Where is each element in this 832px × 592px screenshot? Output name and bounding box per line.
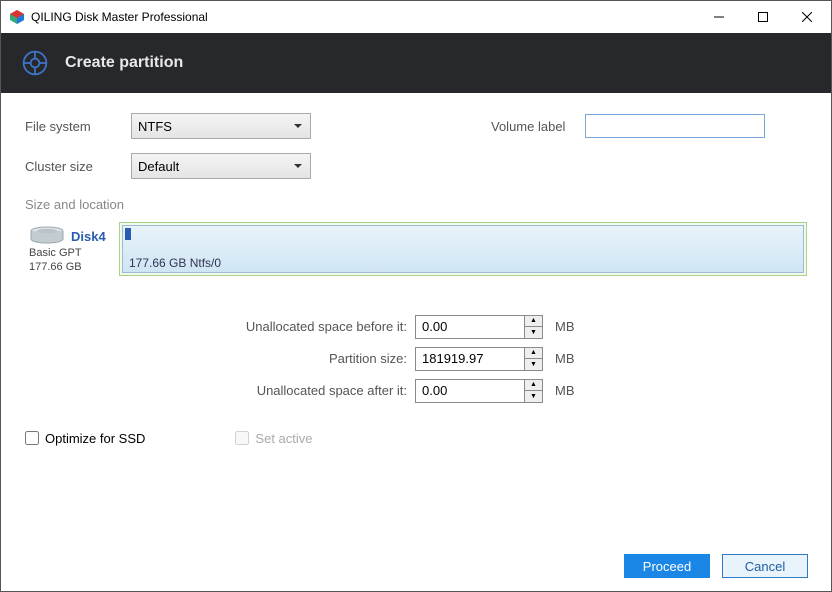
spin-down-icon[interactable]: ▼ (525, 359, 542, 370)
spin-up-icon[interactable]: ▲ (525, 316, 542, 328)
partition-bar[interactable]: 177.66 GB Ntfs/0 (122, 225, 804, 273)
partition-icon (21, 49, 49, 77)
set-active-label: Set active (255, 431, 312, 446)
partition-size-label: Partition size: (25, 351, 415, 366)
spin-up-icon[interactable]: ▲ (525, 380, 542, 392)
file-system-value: NTFS (138, 119, 172, 134)
volume-label-label: Volume label (491, 119, 585, 134)
disk-type: Basic GPT (29, 246, 115, 260)
spin-down-icon[interactable]: ▼ (525, 391, 542, 402)
partition-size-field[interactable] (416, 348, 524, 370)
page-header: Create partition (1, 33, 831, 93)
window-title: QILING Disk Master Professional (31, 10, 697, 24)
disk-info: Disk4 Basic GPT 177.66 GB (25, 222, 119, 279)
minimize-button[interactable] (697, 2, 741, 32)
unalloc-before-input[interactable]: ▲▼ (415, 315, 543, 339)
unit-label: MB (555, 383, 575, 398)
unit-label: MB (555, 319, 575, 334)
optimize-ssd-label: Optimize for SSD (45, 431, 145, 446)
unalloc-after-label: Unallocated space after it: (25, 383, 415, 398)
cancel-button[interactable]: Cancel (722, 554, 808, 578)
partition-bar-handle[interactable] (125, 228, 131, 240)
titlebar: QILING Disk Master Professional (1, 1, 831, 33)
size-fields: Unallocated space before it: ▲▼ MB Parti… (25, 315, 807, 403)
size-location-label: Size and location (25, 197, 807, 212)
optimize-ssd-checkbox[interactable]: Optimize for SSD (25, 431, 145, 446)
cluster-size-value: Default (138, 159, 179, 174)
partition-size-input[interactable]: ▲▼ (415, 347, 543, 371)
disk-bar-container[interactable]: 177.66 GB Ntfs/0 (119, 222, 807, 276)
optimize-ssd-input[interactable] (25, 431, 39, 445)
unalloc-before-label: Unallocated space before it: (25, 319, 415, 334)
file-system-label: File system (25, 119, 131, 134)
unalloc-after-input[interactable]: ▲▼ (415, 379, 543, 403)
unit-label: MB (555, 351, 575, 366)
unalloc-before-field[interactable] (416, 316, 524, 338)
set-active-checkbox: Set active (235, 431, 312, 446)
hard-disk-icon (29, 226, 65, 246)
content-area: File system NTFS Volume label Cluster si… (1, 93, 831, 466)
maximize-button[interactable] (741, 2, 785, 32)
partition-bar-label: 177.66 GB Ntfs/0 (129, 256, 797, 270)
page-title: Create partition (65, 54, 183, 72)
spin-up-icon[interactable]: ▲ (525, 348, 542, 360)
app-icon (9, 9, 25, 25)
disk-layout: Disk4 Basic GPT 177.66 GB 177.66 GB Ntfs… (25, 222, 807, 279)
footer: Proceed Cancel (0, 540, 832, 592)
cluster-size-label: Cluster size (25, 159, 131, 174)
close-button[interactable] (785, 2, 829, 32)
spin-down-icon[interactable]: ▼ (525, 327, 542, 338)
unalloc-after-field[interactable] (416, 380, 524, 402)
cluster-size-select[interactable]: Default (131, 153, 311, 179)
disk-name: Disk4 (71, 229, 106, 244)
set-active-input (235, 431, 249, 445)
volume-label-input[interactable] (585, 114, 765, 138)
disk-size: 177.66 GB (29, 260, 115, 274)
file-system-select[interactable]: NTFS (131, 113, 311, 139)
proceed-button[interactable]: Proceed (624, 554, 710, 578)
